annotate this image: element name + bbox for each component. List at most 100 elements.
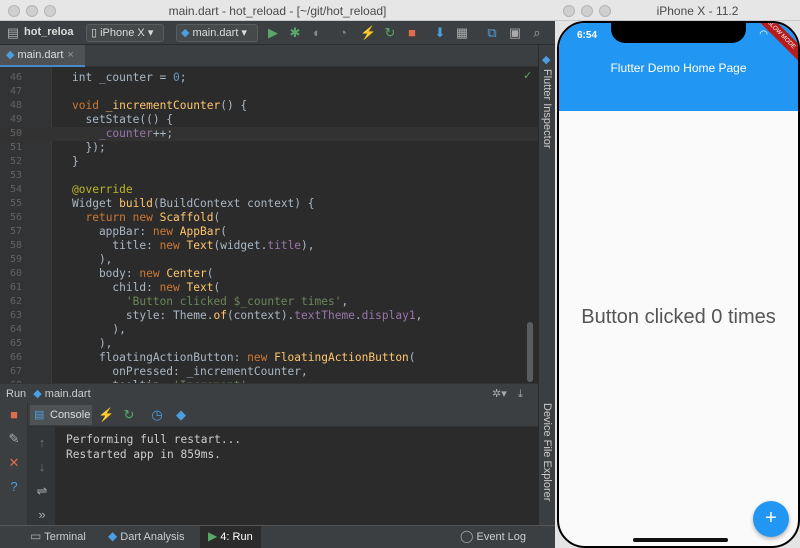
line-number: 58 [9,240,22,251]
tab-main-dart[interactable]: ◆ main.dart × [0,45,85,67]
code-line: 66 floatingActionButton: new FloatingAct… [0,351,538,365]
run-config-label: main.dart [192,27,239,39]
folder-icon: ▤ [6,25,20,40]
hot-restart-icon[interactable]: ↻ [383,25,397,41]
code-line: 64 ), [0,323,538,337]
hot-reload-icon[interactable]: ⚡ [360,25,376,41]
code-text: appBar: new AppBar( [72,225,227,238]
dart-icon: ◆ [181,27,193,39]
tab-console[interactable]: ▤ Console [30,405,92,425]
status-time: 6:54 [577,30,598,41]
hide-panel-icon[interactable]: ⤓ [518,384,523,404]
code-text: style: Theme.of(context).textTheme.displ… [72,309,423,322]
terminal-tool-button[interactable]: ▭ Terminal [30,530,86,543]
sdk-manager-icon[interactable]: ▣ [508,25,522,41]
code-editor[interactable]: 46 int _counter = 0; 47 48 void _incrementCo… [0,67,538,383]
device-file-explorer-tab[interactable]: Device File Explorer [541,403,553,501]
app-bar: 6:54 ◠ SLOW MODE Flutter Demo Home Page [559,23,798,111]
phone-screen[interactable]: 6:54 ◠ SLOW MODE Flutter Demo Home Page … [557,21,800,548]
app-title: Flutter Demo Home Page [610,61,747,75]
line-number: 67 [9,366,22,377]
run-icon[interactable]: ▶ [266,25,280,41]
flutter-icon[interactable]: ◆ [174,407,188,423]
status-bar: ▭ Terminal ◆ Dart Analysis ▶ 4: Run ◯ Ev… [0,525,555,548]
run-tool-label: 4: Run [220,531,253,543]
device-selector[interactable]: ▯ iPhone X ▾ [86,24,164,42]
close-icon[interactable]: × [67,49,73,61]
code-line: 62 'Button clicked $_counter times', [0,295,538,309]
chevron-down-icon: ▾ [144,27,154,39]
home-indicator [633,538,728,542]
coverage-icon[interactable]: ◐ [310,25,324,41]
code-line: 61 child: new Text( [0,281,538,295]
line-number: 51 [9,142,22,153]
code-line: 53 [0,169,538,183]
console-line: Performing full restart... [66,433,242,446]
code-text: int _counter = 0; [72,71,187,84]
arrow-down-icon[interactable]: ↓ [35,459,49,475]
code-text: }); [72,141,106,154]
phone-notch [611,23,746,43]
code-line: 50 _counter++; [0,127,538,141]
editor-scrollbar[interactable] [527,322,533,382]
line-number: 49 [9,114,22,125]
tab-label: main.dart [17,49,64,61]
wifi-icon: ◠ [759,29,768,40]
event-log-icon: ◯ [460,529,474,543]
run-left-toolbar: ■ ✎ ✕ ? [0,403,28,525]
arrow-up-icon[interactable]: ↑ [35,435,49,451]
ide-window-title: main.dart - hot_reload - [~/git/hot_relo… [168,4,387,18]
console-toolbar: ▤ Console ⚡ ↻ ◷ ◆ [0,403,538,427]
structure-icon[interactable]: ▦ [455,25,469,41]
line-number: 53 [9,170,22,181]
code-line: 47 [0,85,538,99]
line-number: 54 [9,184,22,195]
ide-toolbar: ▤ hot_reloa ▯ iPhone X ▾ ◆ main.dart ▾ ▶… [0,21,555,45]
code-line: 67 onPressed: _incrementCounter, [0,365,538,379]
hot-reload-icon[interactable]: ⚡ [98,407,114,423]
chevron-down-icon: ▾ [238,27,247,39]
check-icon: ✓ [523,70,533,82]
console-output[interactable]: Performing full restart... Restarted app … [56,427,538,525]
timer-icon[interactable]: ◷ [150,407,164,423]
download-icon[interactable]: ⬇ [433,25,447,41]
debug-icon[interactable]: ✱ [288,25,302,41]
code-text: } [72,155,79,168]
device-manager-icon[interactable]: ⧉ [485,25,499,41]
line-number: 52 [9,156,22,167]
project-name[interactable]: hot_reloa [24,24,74,42]
search-icon[interactable]: ⌕ [530,25,544,41]
soft-wrap-icon[interactable]: ⇌ [35,483,49,499]
console-icon: ▤ [34,409,45,421]
pin-icon[interactable]: ✎ [7,431,21,447]
run-tool-button[interactable]: ▶ 4: Run [200,526,261,548]
line-number: 61 [9,282,22,293]
increment-button[interactable]: + [753,501,789,537]
terminal-icon: ▭ [30,529,42,543]
stop-icon[interactable]: ■ [405,25,419,41]
profile-icon[interactable]: ◔ [336,25,350,41]
close-icon[interactable]: ✕ [7,455,21,471]
run-config-selector[interactable]: ◆ main.dart ▾ [176,24,258,42]
code-line: 46 int _counter = 0; [0,71,538,85]
code-text: void _incrementCounter() { [72,99,248,112]
flutter-inspector-tab[interactable]: Flutter Inspector [541,69,553,148]
line-number: 63 [9,310,22,321]
settings-icon[interactable]: ✲▾ [492,384,507,404]
code-line: 60 body: new Center( [0,267,538,281]
more-icon[interactable]: » [35,507,49,523]
code-line: 63 style: Theme.of(context).textTheme.di… [0,309,538,323]
line-number: 59 [9,254,22,265]
hot-restart-icon[interactable]: ↻ [122,407,136,423]
dart-file-icon: ◆ [6,49,18,61]
help-icon[interactable]: ? [7,479,21,495]
line-number: 62 [9,296,22,307]
editor-tabbar: ◆ main.dart × [0,45,538,67]
stop-icon[interactable]: ■ [7,407,21,423]
phone-icon: ▯ [91,27,101,39]
code-text: floatingActionButton: new FloatingAction… [72,351,416,364]
run-panel-header: Run ◆ main.dart ✲▾ ⤓ [0,383,538,403]
dart-analysis-tool-button[interactable]: ◆ Dart Analysis [108,530,185,543]
event-log-button[interactable]: ◯ Event Log [460,530,526,543]
device-selector-label: iPhone X [100,27,145,39]
